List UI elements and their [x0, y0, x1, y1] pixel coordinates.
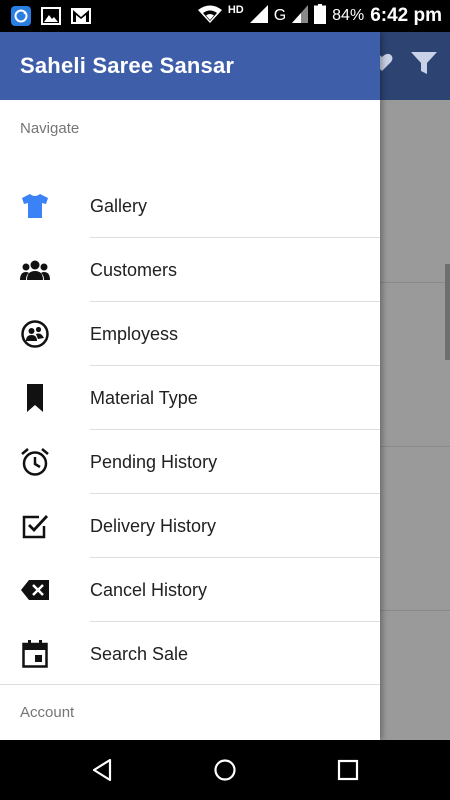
clock: 6:42 pm — [370, 5, 442, 26]
menu-item-label: Gallery — [90, 195, 148, 216]
background-divider — [380, 446, 450, 447]
menu-item-pending-history[interactable]: Pending History — [0, 430, 380, 494]
sync-app-icon — [10, 5, 32, 27]
battery-percent: 84% — [332, 7, 365, 24]
navigate-section-label: Navigate — [20, 120, 80, 137]
menu-item-label: Pending History — [90, 451, 218, 472]
alarm-icon — [20, 447, 50, 477]
filter-icon[interactable] — [410, 50, 438, 81]
group-icon — [20, 255, 50, 285]
menu-item-cancel-history[interactable]: Cancel History — [0, 558, 380, 622]
drawer-header: Saheli Saree Sansar — [0, 32, 380, 100]
people-circle-icon — [20, 319, 50, 349]
network-hd-label: HD — [227, 4, 244, 16]
menu-item-gallery[interactable]: Gallery — [0, 174, 380, 238]
calendar-icon — [20, 639, 50, 669]
wifi-icon — [197, 5, 222, 28]
status-bar: HD G 84% 6:42 pm — [0, 0, 450, 32]
bookmark-icon — [20, 383, 50, 413]
recents-button[interactable] — [328, 750, 368, 790]
menu-item-label: Material Type — [90, 387, 198, 408]
home-button[interactable] — [205, 750, 245, 790]
background-divider — [380, 282, 450, 283]
background-scrollbar — [445, 264, 450, 360]
gmail-icon — [70, 5, 92, 27]
drawer-menu: Gallery Customers Employess Material Typ… — [0, 174, 380, 686]
signal-icon-2 — [292, 4, 309, 28]
account-divider — [0, 684, 380, 685]
network-g-label: G — [273, 7, 287, 24]
menu-item-material-type[interactable]: Material Type — [0, 366, 380, 430]
menu-item-label: Delivery History — [90, 515, 217, 536]
menu-item-label: Employess — [90, 323, 179, 344]
backspace-icon — [20, 575, 50, 605]
menu-item-label: Customers — [90, 259, 178, 280]
back-button[interactable] — [82, 750, 122, 790]
menu-item-customers[interactable]: Customers — [0, 238, 380, 302]
menu-item-employess[interactable]: Employess — [0, 302, 380, 366]
image-icon — [40, 5, 62, 27]
menu-item-search-sale[interactable]: Search Sale — [0, 622, 380, 686]
battery-icon — [314, 3, 327, 29]
checkbox-icon — [20, 511, 50, 541]
menu-item-label: Cancel History — [90, 579, 208, 600]
menu-item-delivery-history[interactable]: Delivery History — [0, 494, 380, 558]
navigation-drawer: Saheli Saree Sansar Navigate Gallery Cus… — [0, 32, 380, 740]
account-section-label: Account — [20, 704, 75, 721]
background-divider — [380, 610, 450, 611]
drawer-title: Saheli Saree Sansar — [20, 53, 235, 78]
system-navigation-bar — [0, 740, 450, 800]
shirt-icon — [20, 191, 50, 221]
menu-item-label: Search Sale — [90, 643, 189, 664]
signal-icon-1 — [249, 4, 268, 28]
